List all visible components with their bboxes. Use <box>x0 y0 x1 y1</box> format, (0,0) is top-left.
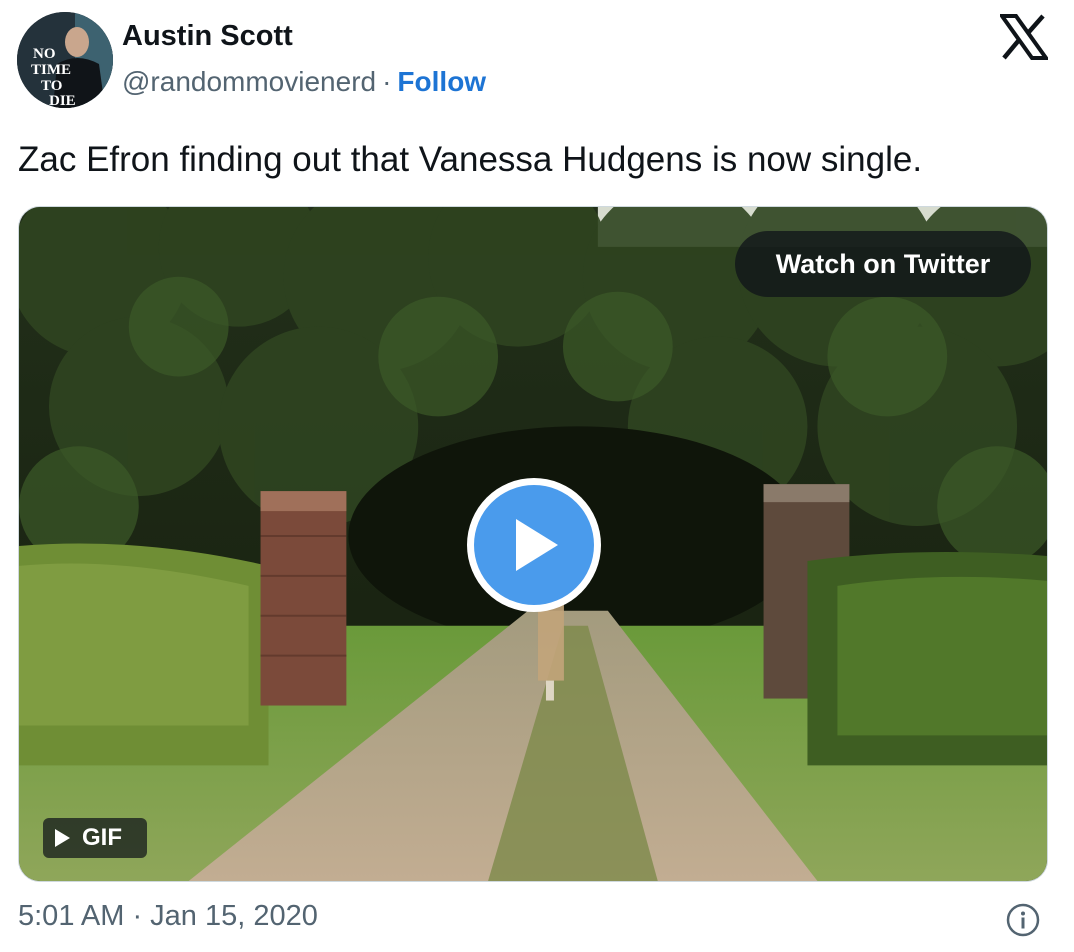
gif-label: GIF <box>82 824 122 851</box>
gif-badge[interactable]: GIF <box>43 818 147 858</box>
author-name[interactable]: Austin Scott <box>122 20 293 53</box>
info-icon[interactable] <box>1006 903 1040 937</box>
avatar-text-line-2: TIME <box>31 62 71 78</box>
author-avatar[interactable]: NO TIME TO DIE <box>17 12 113 108</box>
separator-dot: · <box>382 66 392 97</box>
avatar-text-line-3: TO <box>41 78 62 94</box>
x-logo-icon[interactable] <box>1000 14 1048 60</box>
author-handle[interactable]: @randommovienerd <box>122 66 376 97</box>
play-icon <box>474 485 594 605</box>
tweet-text: Zac Efron finding out that Vanessa Hudge… <box>18 140 923 179</box>
avatar-text-line-1: NO <box>33 46 56 62</box>
tweet-media[interactable]: Watch on Twitter GIF <box>18 206 1048 882</box>
follow-button[interactable]: Follow <box>397 66 486 97</box>
gif-play-icon <box>55 829 70 847</box>
author-meta-row: @randommovienerd · Follow <box>122 66 486 98</box>
avatar-text-line-4: DIE <box>49 93 76 108</box>
watch-on-twitter-button[interactable]: Watch on Twitter <box>735 231 1031 297</box>
tweet-timestamp[interactable]: 5:01 AM · Jan 15, 2020 <box>18 900 318 933</box>
play-button[interactable] <box>467 478 601 612</box>
